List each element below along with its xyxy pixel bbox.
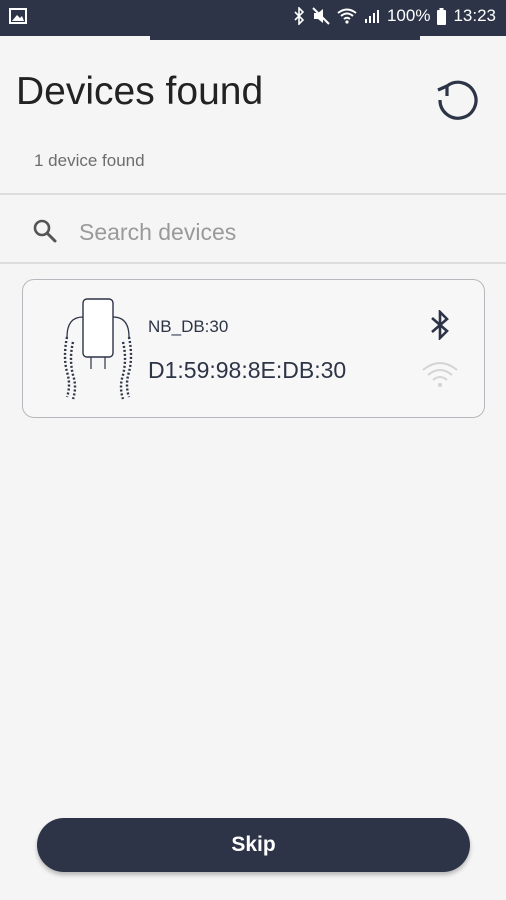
bluetooth-icon <box>429 308 451 345</box>
device-count: 1 device found <box>34 151 145 170</box>
clock: 13:23 <box>453 6 496 25</box>
bluetooth-status-icon <box>293 7 305 25</box>
device-mac-address: D1:59:98:8E:DB:30 <box>148 357 347 383</box>
status-bar: 100% 13:23 <box>0 0 506 36</box>
wifi-status-icon <box>337 8 357 24</box>
page-title: Devices found <box>16 70 264 113</box>
refresh-button[interactable] <box>434 76 480 122</box>
device-icon <box>61 297 141 408</box>
skip-button[interactable]: Skip <box>37 818 470 872</box>
divider <box>0 193 506 195</box>
search-icon <box>32 218 58 249</box>
device-card[interactable]: NB_DB:30 D1:59:98:8E:DB:30 <box>22 279 485 418</box>
divider <box>0 262 506 264</box>
mute-icon <box>312 7 330 25</box>
gallery-notification-icon <box>9 8 27 29</box>
status-bar-accent <box>150 36 420 40</box>
battery-percent: 100% <box>386 6 431 25</box>
search-input[interactable] <box>79 216 479 248</box>
status-icons: 100% 13:23 <box>293 6 496 26</box>
refresh-icon <box>434 80 480 126</box>
wifi-icon <box>421 360 459 393</box>
battery-icon <box>437 7 447 25</box>
signal-icon <box>364 8 380 24</box>
device-name: NB_DB:30 <box>148 317 229 336</box>
